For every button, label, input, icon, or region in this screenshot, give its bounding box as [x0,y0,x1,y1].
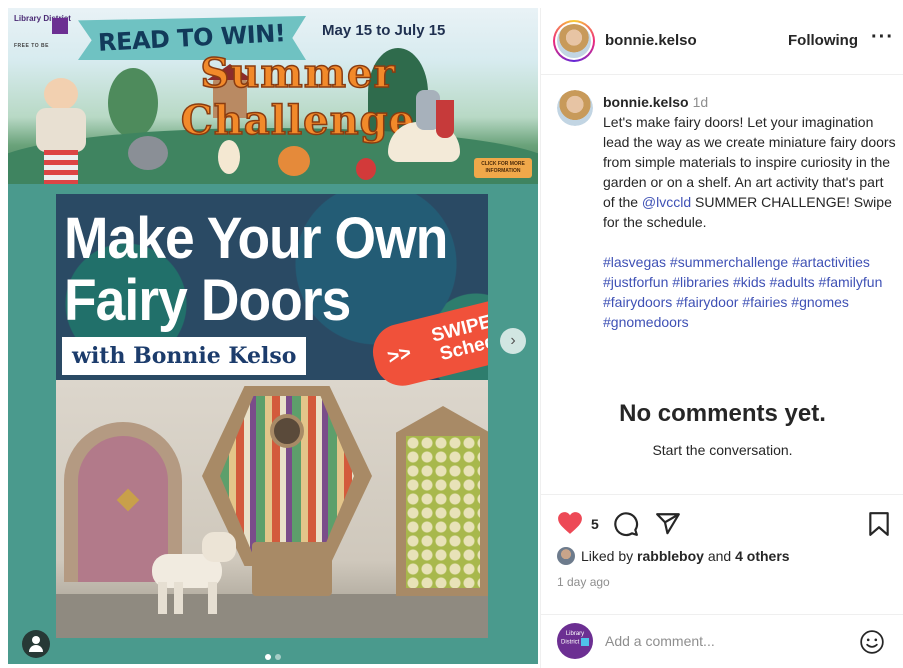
mention-link[interactable]: @lvccld [642,194,691,210]
hashtag-list[interactable]: #lasvegas #summerchallenge #artactivitie… [603,252,899,332]
avatar [557,24,591,58]
fox-character [278,146,310,176]
comment-icon[interactable] [613,511,639,537]
more-icon[interactable]: ··· [871,26,894,49]
liked-by-row: Liked by rabbleboy and 4 others [557,547,790,565]
library-logo-sub: FREE TO BE [14,43,49,49]
instagram-post-view: Library District FREE TO BE READ TO WIN!… [0,0,903,668]
caption-avatar[interactable] [557,90,593,126]
liked-others-link[interactable]: 4 others [735,548,789,564]
following-button[interactable]: Following [788,32,858,49]
door-step [252,542,332,596]
photo-shelf [56,594,488,638]
swipe-arrows: >> [385,341,414,369]
post-caption: bonnie.kelso 1d Let's make fairy doors! L… [603,92,899,332]
liker-avatar[interactable] [557,547,575,565]
fairy-doors-poster: Make Your Own Fairy Doors with Bonnie Ke… [8,184,538,664]
post-header: bonnie.kelso Following ··· [541,8,903,75]
caption-time[interactable]: 1d [693,94,709,110]
heart-icon[interactable] [557,511,583,535]
viking-character [26,78,96,184]
post-media[interactable]: Library District FREE TO BE READ TO WIN!… [8,8,538,664]
emoji-icon[interactable] [859,629,885,655]
wolf-character [128,136,168,170]
pointed-fairy-door [396,406,488,596]
summer-challenge-banner: Library District FREE TO BE READ TO WIN!… [8,8,538,184]
no-comments-title: No comments yet. [619,400,826,427]
logo-square [52,18,68,34]
no-comments-subtitle: Start the conversation. [652,442,793,458]
poster-title: Make Your Own Fairy Doors [64,206,448,333]
like-count[interactable]: 5 [591,516,599,532]
toy-dog-figure [152,524,238,620]
carousel-dot-active [265,654,271,660]
caption-body: Let's make fairy doors! Let your imagina… [603,112,899,232]
action-bar: 5 [557,509,897,539]
avatar [557,90,593,126]
liker-username[interactable]: rabbleboy [637,548,704,564]
comment-input[interactable] [605,629,845,653]
caption-username[interactable]: bonnie.kelso [603,94,689,110]
post-timestamp[interactable]: 1 day ago [557,575,610,589]
fairy-character [218,140,240,174]
share-icon[interactable] [655,511,681,537]
library-district-logo: Library District FREE TO BE [14,14,72,50]
liked-by-label: Liked by [581,548,634,564]
comment-composer: Library District [541,614,903,668]
post-side-panel: bonnie.kelso Following ··· bonnie.kelso 1… [540,8,903,668]
more-info-badge[interactable]: CLICK FOR MORE INFORMATION [474,158,532,178]
user-tag-icon[interactable] [22,630,50,658]
liked-by-and: and [707,548,732,564]
bookmark-icon[interactable] [868,511,890,537]
gnome-character [356,158,376,180]
header-username[interactable]: bonnie.kelso [605,32,697,49]
chevron-right-icon[interactable]: › [500,328,526,354]
poster-photo: Make Your Own Fairy Doors with Bonnie Ke… [56,194,488,638]
knight-character [388,86,470,182]
carousel-dot [275,654,281,660]
commenter-avatar: Library District [557,623,593,659]
post-actions: 5 Liked by rabbleboy and 4 others 1 day … [541,494,903,624]
poster-byline: with Bonnie Kelso [62,337,307,375]
story-ring-avatar[interactable] [553,20,595,62]
challenge-dates: May 15 to July 15 [322,22,446,39]
carousel-indicator [265,654,281,660]
